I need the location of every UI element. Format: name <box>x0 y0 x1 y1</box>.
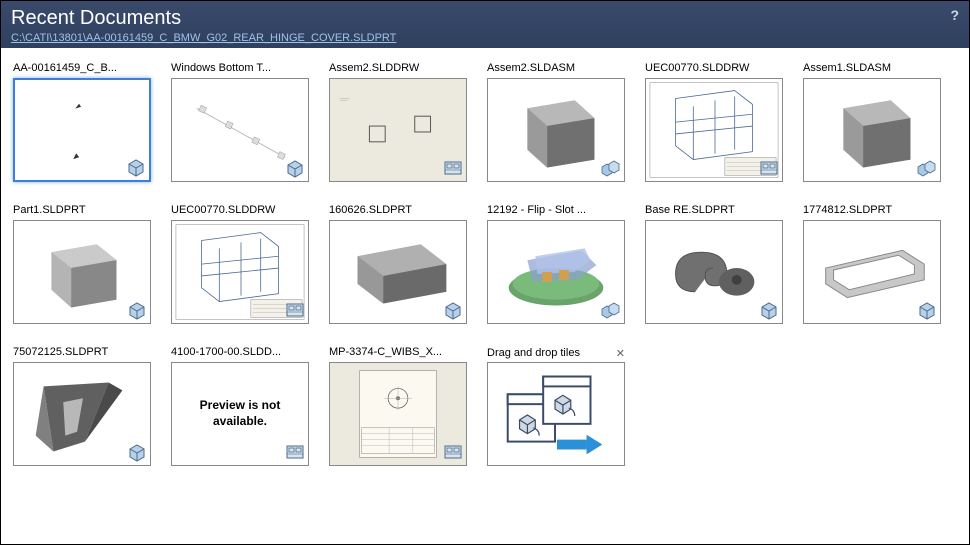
tile-thumbnail[interactable] <box>487 220 625 324</box>
file-type-icon <box>284 157 306 179</box>
tile-thumbnail[interactable] <box>645 78 783 182</box>
file-type-icon <box>758 157 780 179</box>
tile-label: Base RE.SLDPRT <box>645 204 783 218</box>
tile-thumbnail[interactable] <box>13 362 151 466</box>
tile-label: Assem2.SLDDRW <box>329 62 467 76</box>
file-type-icon <box>758 299 780 321</box>
drag-hint-label: Drag and drop tiles ✕ <box>487 346 625 360</box>
file-type-icon <box>442 157 464 179</box>
tile-thumbnail[interactable] <box>171 220 309 324</box>
file-type-icon <box>284 299 306 321</box>
tile-label: AA-00161459_C_B... <box>13 62 151 76</box>
tile-label: 4100-1700-00.SLDD... <box>171 346 309 360</box>
tile-thumbnail[interactable] <box>487 78 625 182</box>
drag-hint-thumbnail <box>487 362 625 466</box>
close-icon[interactable]: ✕ <box>616 347 625 360</box>
document-tile[interactable]: Base RE.SLDPRT <box>645 204 783 324</box>
tile-label: UEC00770.SLDDRW <box>645 62 783 76</box>
file-type-icon <box>916 157 938 179</box>
file-type-icon <box>442 299 464 321</box>
file-type-icon <box>916 299 938 321</box>
document-tile[interactable]: 4100-1700-00.SLDD... Preview is notavail… <box>171 346 309 466</box>
document-tile[interactable]: Part1.SLDPRT <box>13 204 151 324</box>
file-type-icon <box>600 299 622 321</box>
document-tile[interactable]: 75072125.SLDPRT <box>13 346 151 466</box>
tile-label: 160626.SLDPRT <box>329 204 467 218</box>
help-button[interactable]: ? <box>950 7 959 23</box>
tile-thumbnail[interactable] <box>803 78 941 182</box>
file-type-icon <box>600 157 622 179</box>
tile-label: Assem2.SLDASM <box>487 62 625 76</box>
tile-thumbnail[interactable] <box>13 220 151 324</box>
tile-thumbnail[interactable] <box>171 78 309 182</box>
document-tile[interactable]: AA-00161459_C_B... <box>13 62 151 182</box>
tile-thumbnail[interactable] <box>645 220 783 324</box>
file-type-icon <box>125 156 147 178</box>
document-tile[interactable]: Assem2.SLDASM <box>487 62 625 182</box>
tile-thumbnail[interactable] <box>803 220 941 324</box>
header: Recent Documents C:\CATI\13801\AA-001614… <box>1 1 969 48</box>
document-tile[interactable]: 1774812.SLDPRT <box>803 204 941 324</box>
tile-label: MP-3374-C_WIBS_X... <box>329 346 467 360</box>
tile-thumbnail[interactable]: Preview is notavailable. <box>171 362 309 466</box>
tile-label: 12192 - Flip - Slot ... <box>487 204 625 218</box>
document-tile[interactable]: Assem2.SLDDRW <box>329 62 467 182</box>
current-file-path[interactable]: C:\CATI\13801\AA-00161459_C_BMW_G02_REAR… <box>11 32 959 44</box>
tile-label: 1774812.SLDPRT <box>803 204 941 218</box>
document-tile[interactable]: MP-3374-C_WIBS_X... <box>329 346 467 466</box>
tile-label: Assem1.SLDASM <box>803 62 941 76</box>
tile-label: 75072125.SLDPRT <box>13 346 151 360</box>
file-type-icon <box>284 441 306 463</box>
document-tile[interactable]: UEC00770.SLDDRW <box>645 62 783 182</box>
tile-label: UEC00770.SLDDRW <box>171 204 309 218</box>
document-tile[interactable]: 12192 - Flip - Slot ... <box>487 204 625 324</box>
tile-thumbnail[interactable] <box>329 220 467 324</box>
file-type-icon <box>126 299 148 321</box>
tile-thumbnail[interactable] <box>329 362 467 466</box>
drag-drop-hint-tile[interactable]: Drag and drop tiles ✕ <box>487 346 625 466</box>
tile-thumbnail[interactable] <box>13 78 151 182</box>
tile-label: Windows Bottom T... <box>171 62 309 76</box>
recent-documents-grid: AA-00161459_C_B... Windows Bottom T... A… <box>1 48 969 480</box>
tile-label: Part1.SLDPRT <box>13 204 151 218</box>
document-tile[interactable]: Windows Bottom T... <box>171 62 309 182</box>
page-title: Recent Documents <box>11 7 959 30</box>
tile-thumbnail[interactable] <box>329 78 467 182</box>
document-tile[interactable]: 160626.SLDPRT <box>329 204 467 324</box>
document-tile[interactable]: UEC00770.SLDDRW <box>171 204 309 324</box>
file-type-icon <box>126 441 148 463</box>
document-tile[interactable]: Assem1.SLDASM <box>803 62 941 182</box>
file-type-icon <box>442 441 464 463</box>
